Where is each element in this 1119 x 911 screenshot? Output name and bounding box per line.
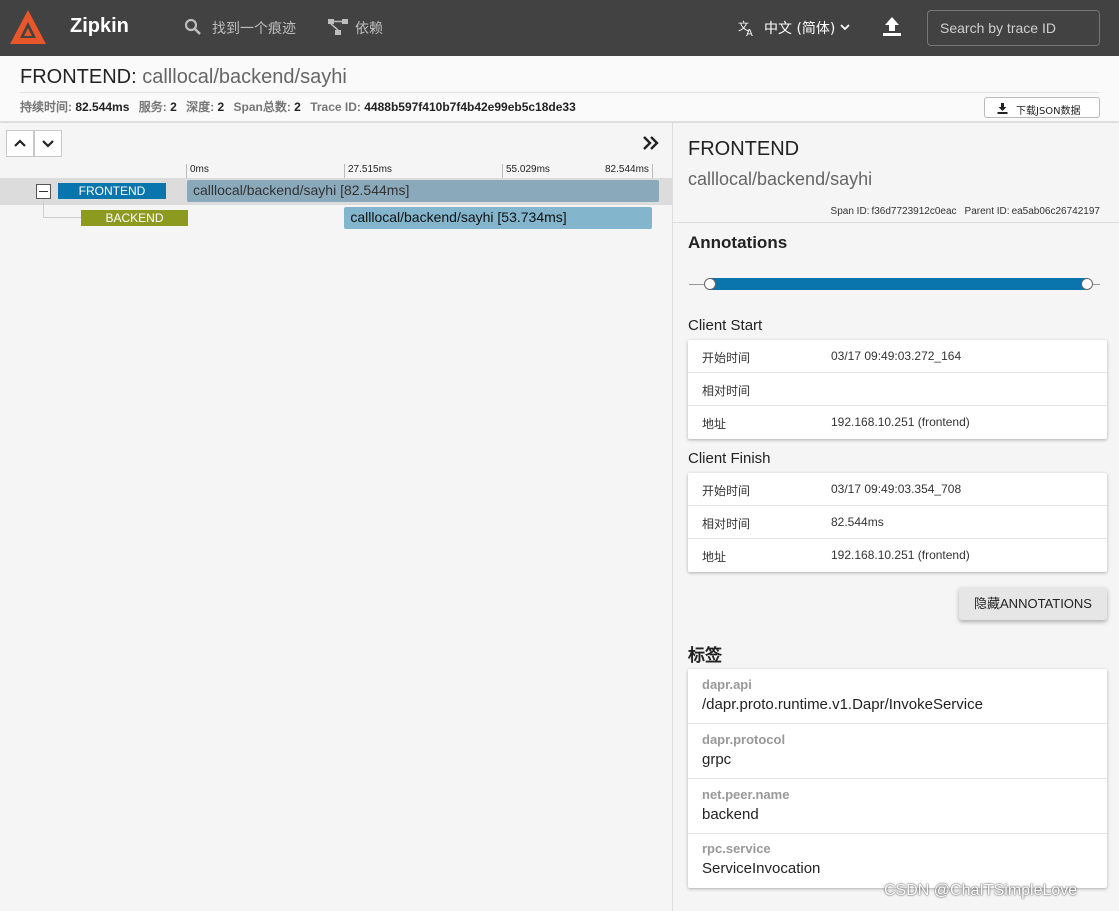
- nav-find-trace-label: 找到一个痕迹: [212, 21, 296, 37]
- annotation-row: 相对时间 82.544ms: [688, 506, 1107, 539]
- annotation-card: 开始时间 03/17 09:49:03.354_708 相对时间 82.544m…: [688, 473, 1107, 572]
- span-count-label: Span总数:: [233, 100, 291, 114]
- annotation-row: 相对时间: [688, 373, 1107, 406]
- annotations-heading: Annotations: [688, 233, 788, 252]
- span-bar[interactable]: calllocal/backend/sayhi [82.544ms]: [187, 180, 659, 202]
- trace-id-value: 4488b597f410b7f4b42e99eb5c18de33: [364, 100, 576, 114]
- translate-icon: 文 A: [738, 19, 753, 37]
- tags-card: dapr.api /dapr.proto.runtime.v1.Dapr/Inv…: [688, 669, 1107, 888]
- search-icon: [184, 18, 201, 35]
- detail-service-name: FRONTEND: [688, 138, 800, 160]
- annotation-title: Client Finish: [688, 450, 771, 467]
- tag-row: dapr.protocol grpc: [688, 724, 1107, 779]
- tags-heading: 标签: [688, 646, 722, 666]
- parent-id-value: ea5ab06c26742197: [1011, 206, 1100, 217]
- tag-value: /dapr.proto.runtime.v1.Dapr/InvokeServic…: [702, 696, 983, 713]
- trace-timeline-panel: 0ms 27.515ms 55.029ms 82.544ms FRONTEND …: [0, 123, 672, 911]
- language-label: 中文 (简体): [764, 21, 836, 37]
- services-label: 服务:: [138, 100, 167, 114]
- annotation-row: 开始时间 03/17 09:49:03.272_164: [688, 340, 1107, 373]
- parent-id-label: Parent ID:: [964, 206, 1010, 217]
- annotation-key: 相对时间: [702, 517, 751, 531]
- expand-detail-icon[interactable]: [642, 135, 660, 151]
- annotation-key: 地址: [702, 550, 727, 564]
- depth-value: 2: [217, 100, 225, 114]
- app-name[interactable]: Zipkin: [70, 15, 129, 38]
- dependencies-icon: [328, 19, 348, 35]
- annotation-row: 开始时间 03/17 09:49:03.354_708: [688, 473, 1107, 506]
- annotation-value: 03/17 09:49:03.354_708: [831, 482, 962, 496]
- next-span-button[interactable]: [34, 130, 62, 157]
- annotation-key: 相对时间: [702, 384, 751, 398]
- trace-title-name: calllocal/backend/sayhi: [142, 66, 347, 88]
- chevron-down-icon: [42, 140, 54, 148]
- tag-key: dapr.api: [702, 677, 752, 692]
- hide-annotations-button[interactable]: 隐藏ANNOTATIONS: [959, 587, 1107, 620]
- annotation-key: 开始时间: [702, 484, 751, 498]
- collapse-toggle[interactable]: [36, 184, 51, 199]
- chevron-down-icon: [840, 24, 850, 31]
- upload-icon[interactable]: [881, 16, 903, 38]
- tag-key: net.peer.name: [702, 787, 790, 802]
- tag-row: rpc.service ServiceInvocation: [688, 833, 1107, 888]
- language-selector[interactable]: 文 A 中文 (简体): [738, 18, 858, 38]
- trace-summary: 持续时间: 82.544ms 服务: 2 深度: 2 Span总数: 2 Tra…: [20, 98, 582, 115]
- top-navbar: Zipkin 找到一个痕迹 依赖 文 A 中文 (简体): [0, 0, 1119, 56]
- divider: [20, 92, 1099, 93]
- span-ids: Span ID: f36d7723912c0eac Parent ID: ea5ab0…: [829, 206, 1100, 217]
- nav-dependencies[interactable]: 依赖: [327, 18, 397, 38]
- divider: [673, 222, 1119, 223]
- service-badge-frontend[interactable]: FRONTEND: [58, 183, 166, 199]
- tree-connector: [43, 217, 81, 218]
- prev-span-button[interactable]: [6, 130, 34, 157]
- download-json-button[interactable]: 下载JSON数据: [984, 97, 1100, 118]
- detail-span-name: calllocal/backend/sayhi: [688, 169, 873, 189]
- span-id-label: Span ID:: [830, 206, 870, 217]
- span-id-value: f36d7723912c0eac: [871, 206, 957, 217]
- annotation-key: 开始时间: [702, 351, 751, 365]
- annotation-card: 开始时间 03/17 09:49:03.272_164 相对时间 地址 192.…: [688, 340, 1107, 439]
- annotation-value: 192.168.10.251 (frontend): [831, 415, 970, 429]
- tree-connector: [43, 199, 44, 217]
- annotation-timeline-bar: [709, 278, 1087, 290]
- service-badge-backend[interactable]: BACKEND: [81, 210, 188, 226]
- trace-id-label: Trace ID:: [310, 100, 361, 114]
- annotation-row: 地址 192.168.10.251 (frontend): [688, 406, 1107, 439]
- download-json-label: 下载JSON数据: [1016, 106, 1081, 117]
- tag-key: dapr.protocol: [702, 732, 786, 747]
- span-bar[interactable]: calllocal/backend/sayhi [53.734ms]: [344, 207, 652, 229]
- trace-id-search-input[interactable]: [927, 10, 1100, 46]
- span-detail-panel: FRONTEND calllocal/backend/sayhi Span ID…: [672, 123, 1119, 911]
- annotation-marker-start[interactable]: [704, 278, 716, 290]
- trace-title: FRONTEND: calllocal/backend/sayhi: [20, 66, 347, 88]
- tag-value: grpc: [702, 751, 732, 768]
- annotation-marker-finish[interactable]: [1081, 278, 1093, 290]
- trace-title-service: FRONTEND: [20, 66, 132, 88]
- tag-key: rpc.service: [702, 841, 771, 856]
- annotation-value: 82.544ms: [831, 515, 884, 529]
- duration-label: 持续时间:: [20, 100, 72, 114]
- svg-text:A: A: [746, 28, 753, 37]
- watermark: CSDN @ChaITSimpleLove: [884, 882, 1078, 899]
- span-count-value: 2: [294, 100, 301, 114]
- chevron-up-icon: [14, 139, 26, 147]
- annotation-row: 地址 192.168.10.251 (frontend): [688, 539, 1107, 572]
- tag-value: ServiceInvocation: [702, 860, 821, 877]
- trace-header: FRONTEND: calllocal/backend/sayhi 持续时间: …: [0, 56, 1119, 122]
- annotation-value: 192.168.10.251 (frontend): [831, 548, 970, 562]
- tag-value: backend: [702, 806, 759, 823]
- duration-value: 82.544ms: [75, 100, 130, 114]
- download-icon: [997, 103, 1008, 114]
- nav-dependencies-label: 依赖: [355, 21, 383, 37]
- nav-find-trace[interactable]: 找到一个痕迹: [184, 18, 304, 38]
- annotation-title: Client Start: [688, 317, 763, 334]
- depth-label: 深度:: [186, 100, 215, 114]
- zipkin-logo-icon[interactable]: [8, 8, 48, 48]
- services-value: 2: [170, 100, 177, 114]
- annotation-key: 地址: [702, 417, 727, 431]
- annotation-value: 03/17 09:49:03.272_164: [831, 349, 962, 363]
- tag-row: dapr.api /dapr.proto.runtime.v1.Dapr/Inv…: [688, 669, 1107, 724]
- tag-row: net.peer.name backend: [688, 779, 1107, 834]
